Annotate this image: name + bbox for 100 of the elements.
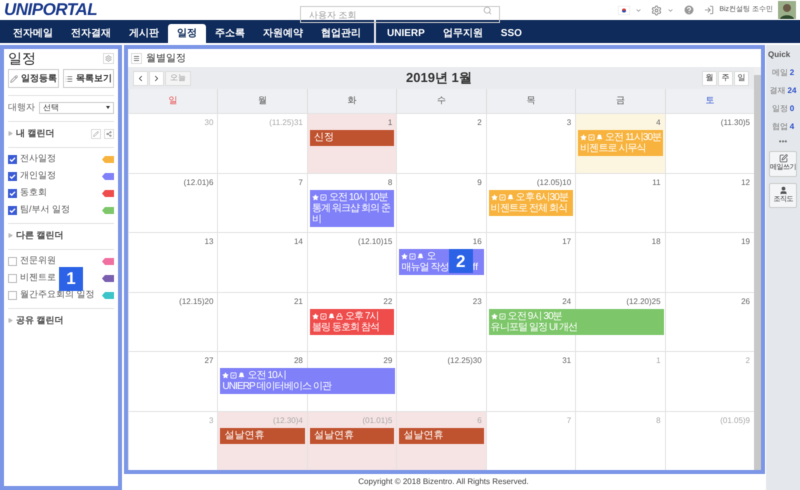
checkbox[interactable] [8,206,17,214]
previous-button[interactable] [133,70,148,86]
sidebar-button[interactable]: 목록보기 [63,69,114,88]
nav-tab[interactable]: 일정 [168,24,206,43]
day-cell[interactable]: 7 [217,174,307,232]
day-cell[interactable]: 8 오전 10시 10분 통계 워크샵 회의 준비 [306,174,396,232]
view-button[interactable]: 일 [734,70,749,86]
calendar-event[interactable]: 오전 10시 10분 통계 워크샵 회의 준비 [310,190,394,226]
weekday-header: 수 [396,89,486,113]
view-button[interactable]: 주 [718,70,733,86]
day-cell[interactable]: 21 [217,292,307,351]
section-title[interactable]: 다른 캘린더 [16,228,114,242]
day-cell[interactable]: 9 [396,174,486,232]
calendar-label[interactable]: 비젠트로 [20,271,56,285]
day-cell[interactable]: (01.01)5 설날연휴 [306,412,396,470]
edit-icon[interactable] [91,128,101,138]
calendar-event[interactable]: 오후 7시 볼링 동호회 참석 [310,308,394,334]
checkbox-icon [230,372,238,379]
holiday-event[interactable]: 설날연휴 [310,428,394,444]
nav-tab[interactable]: 게시판 [120,24,168,43]
nav-tab[interactable]: SSO [492,24,531,43]
quick-count[interactable]: 2 [790,67,794,79]
day-number: 27 [204,355,214,367]
checkbox[interactable] [8,154,17,164]
quick-count[interactable]: 0 [790,103,794,115]
avatar-icon[interactable] [778,1,796,19]
calendar-label[interactable]: 전문위원 [20,254,56,268]
day-cell[interactable]: 6 설날연휴 [396,412,486,470]
holiday-event[interactable]: 설날연휴 [399,428,484,444]
day-cell[interactable]: 31 [486,352,576,410]
quick-count[interactable]: 4 [790,121,794,133]
more-text[interactable]: ••• [778,139,788,145]
day-cell[interactable]: (12.05)10 오후 6시30분 비젠트로 전체 회식 [486,174,576,232]
sidebar-button[interactable]: 일정등록 [8,69,59,88]
holiday-event[interactable]: 신정 [310,130,394,146]
caret-icon[interactable] [635,6,642,14]
section-title[interactable]: 공유 캘린더 [16,314,114,328]
search-icon[interactable] [483,6,492,14]
logout-icon[interactable] [704,5,714,15]
section-title[interactable]: 내 캘린더 [16,126,88,140]
checkbox[interactable] [8,274,17,282]
nav-tab[interactable]: 주소록 [206,24,254,43]
event-time: 오후 7시 [344,310,379,322]
day-number: (12.20)25 [626,296,662,308]
calendar-label[interactable]: 전사일정 [20,152,56,166]
delegate-select[interactable]: 선택 [39,102,114,114]
day-cell[interactable]: 23 [396,292,486,351]
day-cell[interactable]: 11 [575,174,665,232]
help-icon[interactable] [683,4,696,16]
day-cell[interactable]: (12.10)15 [306,233,396,292]
nav-tab[interactable]: 업무지원 [434,24,492,43]
quick-label[interactable]: 협업 [772,121,788,133]
caret-icon[interactable] [667,6,674,14]
day-cell[interactable]: (12.01)6 [128,174,218,232]
quick-count[interactable]: 24 [788,85,796,97]
day-cell[interactable]: 17 [486,233,576,292]
scrollbar[interactable] [754,67,761,470]
checkbox[interactable] [8,172,17,180]
calendar-label[interactable]: 동호회 [20,186,47,200]
day-cell[interactable]: (12.30)4 설날연휴 [217,412,307,470]
day-cell[interactable]: (12.25)30 [396,352,486,410]
nav-tab[interactable]: 전자결재 [62,24,120,43]
calendar-label[interactable]: 팀/부서 일정 [20,203,70,217]
day-cell[interactable]: 22 오후 7시 볼링 동호회 참석 [306,292,396,351]
day-cell[interactable]: 18 [575,233,665,292]
day-cell[interactable]: 27 [128,352,218,410]
holiday-event[interactable]: 설날연휴 [220,428,305,444]
checkbox[interactable] [8,290,17,300]
nav-tab[interactable]: 전자메일 [4,24,62,43]
calendar-label[interactable]: 개인일정 [20,169,56,183]
nav-tab[interactable]: 자원예약 [254,24,312,43]
day-number: 7 [298,176,304,188]
day-number: 11 [652,176,662,188]
expand-icon[interactable] [8,131,13,136]
next-button[interactable] [149,70,164,86]
share-icon[interactable] [104,128,114,138]
flag-icon[interactable] [618,6,630,14]
checkbox[interactable] [8,256,17,266]
day-cell[interactable]: 1 신정 [306,114,396,172]
day-cell[interactable]: 2 [396,114,486,172]
day-cell[interactable]: 4 오전 11시30분 비젠트로 시무식 [575,114,665,172]
nav-tab[interactable]: 협업관리 [312,24,370,43]
logo[interactable]: UNIPORTAL [4,0,300,23]
day-cell[interactable]: 13 [128,233,218,292]
quick-label[interactable]: 일정 [772,103,788,115]
settings-icon[interactable] [651,4,662,16]
menu-icon[interactable] [131,52,142,64]
expand-icon[interactable] [8,233,13,238]
day-cell[interactable]: (12.15)20 [128,292,218,351]
calendar-event[interactable]: 오전 10시 UNIERP 데이터베이스 이관 [220,368,396,394]
quick-label[interactable]: 결재 [770,85,786,97]
expand-icon[interactable] [8,318,13,323]
view-button[interactable]: 월 [702,70,717,86]
nav-tab[interactable]: UNIERP [378,24,434,43]
calendar-label[interactable]: 월간주요회의 일정 [20,288,95,302]
quick-label[interactable]: 메일 [772,67,788,79]
search-field[interactable]: 사용자 조회 [300,6,500,23]
checkbox[interactable] [8,188,17,198]
day-cell[interactable]: 14 [217,233,307,292]
star-icon [222,372,230,379]
